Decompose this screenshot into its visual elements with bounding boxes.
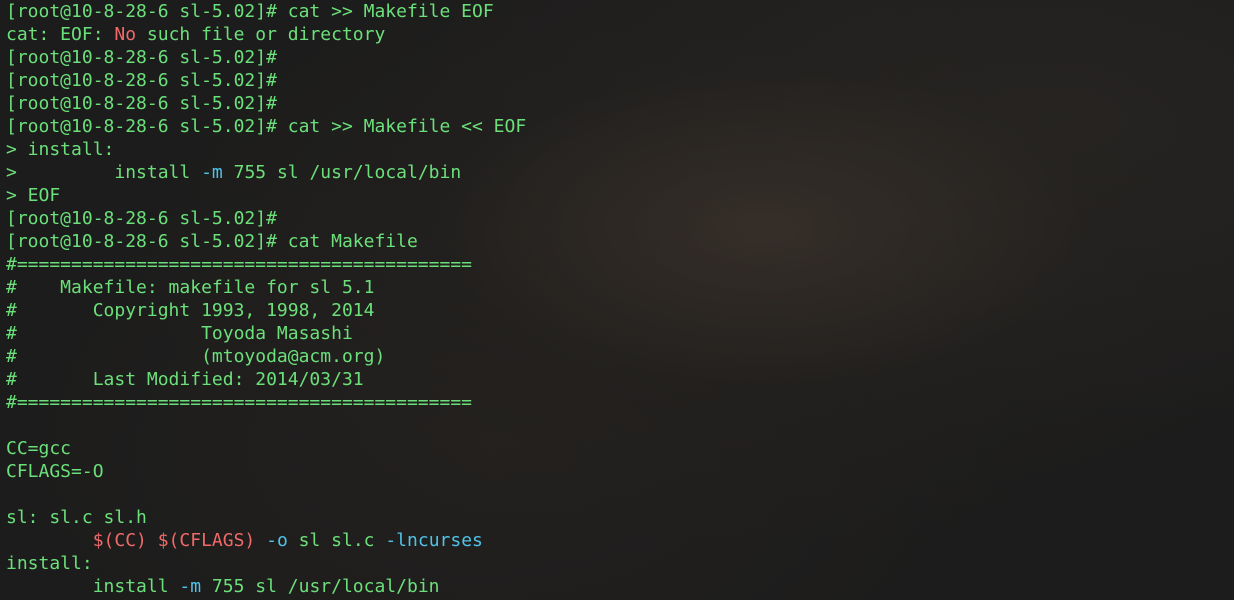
terminal-line: CFLAGS=-O <box>6 460 1234 483</box>
terminal-text-segment: > EOF <box>6 185 61 206</box>
terminal-text-segment: > install <box>6 162 202 183</box>
terminal-text-segment: #=======================================… <box>6 392 472 413</box>
terminal-output[interactable]: [root@10-8-28-6 sl-5.02]# cat >> Makefil… <box>0 0 1234 600</box>
terminal-text-segment: # Toyoda Masashi <box>6 323 353 344</box>
terminal-line: [root@10-8-28-6 sl-5.02]# <box>6 92 1234 115</box>
terminal-line: > install -m 755 sl /usr/local/bin <box>6 161 1234 184</box>
terminal-text-segment: CFLAGS=-O <box>6 461 104 482</box>
terminal-line: $(CC) $(CFLAGS) -o sl sl.c -lncurses <box>6 529 1234 552</box>
terminal-line: > EOF <box>6 184 1234 207</box>
terminal-line: # Copyright 1993, 1998, 2014 <box>6 299 1234 322</box>
terminal-text-segment: install: <box>6 553 93 574</box>
terminal-text-segment: [root@10-8-28-6 sl-5.02]# <box>6 93 277 114</box>
terminal-text-segment: -m <box>179 576 202 597</box>
terminal-text-segment: such file or directory <box>136 24 386 45</box>
terminal-line: #=======================================… <box>6 391 1234 414</box>
terminal-line: [root@10-8-28-6 sl-5.02]# cat >> Makefil… <box>6 0 1234 23</box>
terminal-text-segment: install <box>6 576 180 597</box>
terminal-text-segment: # Copyright 1993, 1998, 2014 <box>6 300 375 321</box>
terminal-text-segment: # Makefile: makefile for sl 5.1 <box>6 277 375 298</box>
terminal-line: [root@10-8-28-6 sl-5.02]# cat >> Makefil… <box>6 115 1234 138</box>
terminal-line: # Toyoda Masashi <box>6 322 1234 345</box>
terminal-line: cat: EOF: No such file or directory <box>6 23 1234 46</box>
terminal-line: > install: <box>6 138 1234 161</box>
terminal-line: [root@10-8-28-6 sl-5.02]# cat Makefile <box>6 230 1234 253</box>
terminal-line: [root@10-8-28-6 sl-5.02]# <box>6 69 1234 92</box>
terminal-text-segment: [root@10-8-28-6 sl-5.02]# cat >> Makefil… <box>6 1 494 22</box>
terminal-line: # Last Modified: 2014/03/31 <box>6 368 1234 391</box>
terminal-line: install: <box>6 552 1234 575</box>
terminal-text-segment: No <box>114 24 137 45</box>
terminal-text-segment: sl: sl.c sl.h <box>6 507 147 528</box>
terminal-line: [root@10-8-28-6 sl-5.02]# <box>6 207 1234 230</box>
terminal-text-segment: cat: EOF: <box>6 24 115 45</box>
terminal-text-segment: # (mtoyoda@acm.org) <box>6 346 386 367</box>
terminal-text-segment: CC=gcc <box>6 438 72 459</box>
terminal-line: # (mtoyoda@acm.org) <box>6 345 1234 368</box>
terminal-text-segment: 755 sl /usr/local/bin <box>201 576 440 597</box>
terminal-text-segment: # Last Modified: 2014/03/31 <box>6 369 364 390</box>
terminal-text-segment: [root@10-8-28-6 sl-5.02]# <box>6 70 277 91</box>
terminal-line: install -m 755 sl /usr/local/bin <box>6 575 1234 598</box>
terminal-text-segment: #=======================================… <box>6 254 472 275</box>
terminal-text-segment: -lncurses <box>385 530 483 551</box>
terminal-line: # Makefile: makefile for sl 5.1 <box>6 276 1234 299</box>
terminal-text-segment: [root@10-8-28-6 sl-5.02]# <box>6 208 277 229</box>
terminal-line: CC=gcc <box>6 437 1234 460</box>
terminal-text-segment: 755 sl /usr/local/bin <box>222 162 462 183</box>
terminal-line: #=======================================… <box>6 253 1234 276</box>
terminal-text-segment: -o <box>266 530 288 551</box>
terminal-text-segment: [root@10-8-28-6 sl-5.02]# cat Makefile <box>6 231 418 252</box>
terminal-line: [root@10-8-28-6 sl-5.02]# <box>6 46 1234 69</box>
terminal-line: sl: sl.c sl.h <box>6 506 1234 529</box>
terminal-text-segment: > install: <box>6 139 115 160</box>
terminal-text-segment: $(CC) $(CFLAGS) <box>92 530 256 551</box>
terminal-text-segment: [root@10-8-28-6 sl-5.02]# <box>6 47 277 68</box>
terminal-text-segment: [root@10-8-28-6 sl-5.02]# cat >> Makefil… <box>6 116 527 137</box>
terminal-text-segment: sl sl.c <box>287 530 386 551</box>
terminal-text-segment: -m <box>201 162 223 183</box>
